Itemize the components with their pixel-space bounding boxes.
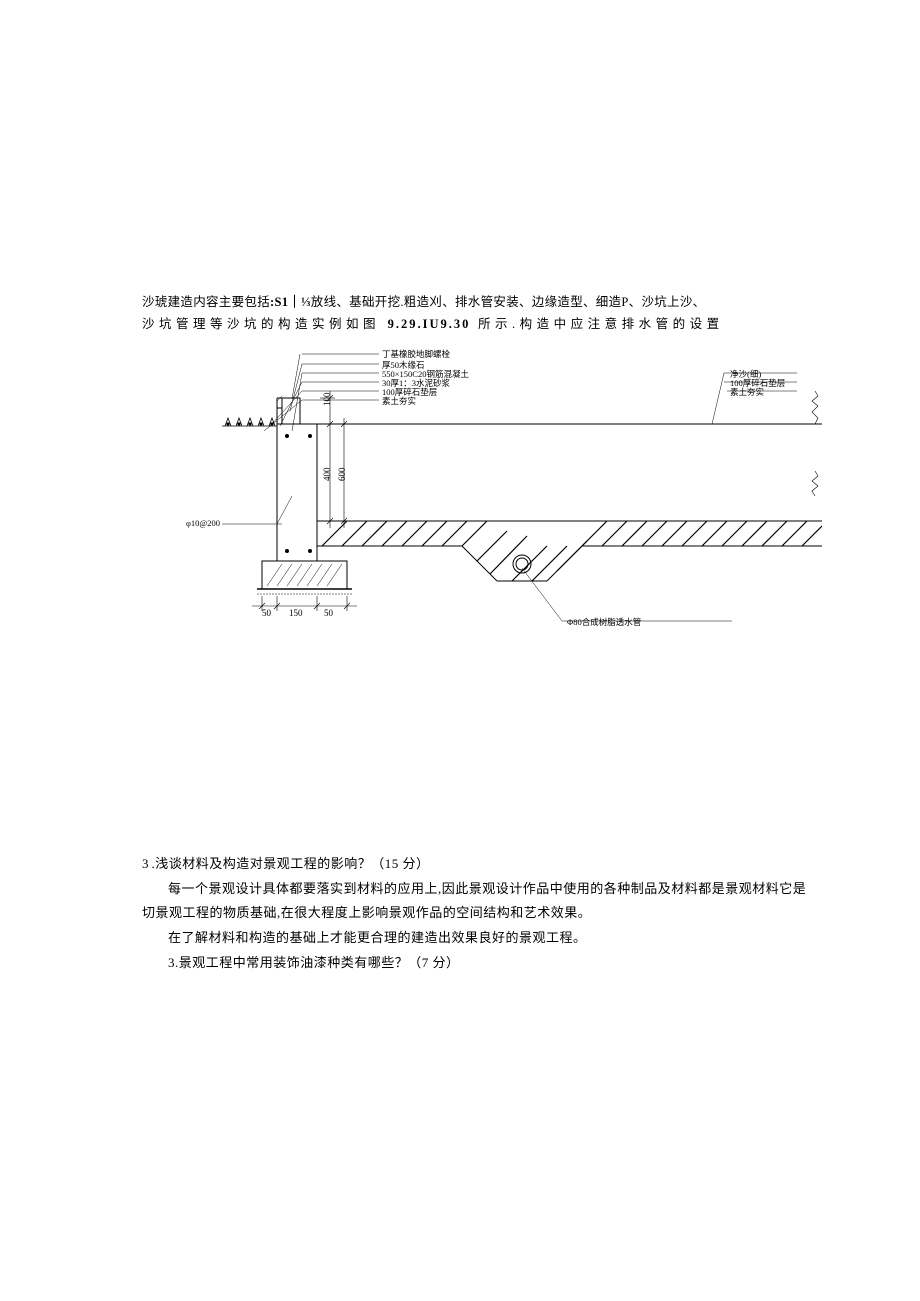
question-3: 3.浅谈材料及构造对景观工程的影响？（15 分） — [142, 852, 818, 877]
dim-50a: 50 — [262, 608, 271, 618]
dim-100: 100 — [322, 393, 332, 407]
label-pipe: Φ80合成树脂透水管 — [567, 616, 641, 628]
dim-600: 600 — [337, 468, 347, 482]
p2-text-c: 所示.构造中应注意排水管的设置 — [478, 317, 724, 331]
top-content: 沙琥建造内容主要包括:S1｜⅓放线、基础开挖.粗造刈、排水管安装、边缘造型、细造… — [142, 292, 818, 631]
label-rebar: φ10@200 — [186, 518, 220, 528]
lower-content: 3.浅谈材料及构造对景观工程的影响？（15 分） 每一个景观设计具体都要落实到材… — [142, 852, 818, 975]
paragraph-2: 沙坑管理等沙坑的构造实例如图 9.29.IU9.30 所示.构造中应注意排水管的… — [142, 314, 818, 334]
p1-text-c: 放线、基础开挖.粗造刈、排水管安装、边缘造型、细造P、沙坑上沙、 — [311, 295, 706, 309]
label-l5: 素土夯实 — [382, 395, 416, 407]
p2-bold: 9.29.IU9.30 — [388, 317, 471, 331]
p1-text-a: 沙琥建造内容主要包括 — [142, 295, 270, 309]
construction-diagram: 丁基橡胶地脚螺栓 厚50木缘石 550×150C20钢筋混凝土 30厚1：3水泥… — [222, 336, 822, 631]
paragraph-1: 沙琥建造内容主要包括:S1｜⅓放线、基础开挖.粗造刈、排水管安装、边缘造型、细造… — [142, 292, 818, 312]
p1-bold: :S1｜⅓ — [270, 295, 311, 309]
answer-p1: 每一个景观设计具体都要落实到材料的应用上,因此景观设计作品中使用的各种制品及材料… — [142, 877, 818, 926]
question-3b: 3.景观工程中常用装饰油漆种类有哪些？（7 分） — [142, 951, 818, 976]
answer-p2: 在了解材料和构造的基础上才能更合理的建造出效果良好的景观工程。 — [142, 926, 818, 951]
q3-num: 3 — [142, 856, 152, 871]
p2-text-a: 沙坑管理等沙坑的构造实例如图 — [142, 317, 380, 331]
dim-50b: 50 — [324, 608, 333, 618]
label-r3: 素土夯实 — [730, 386, 764, 398]
dim-400: 400 — [322, 468, 332, 482]
q3-text: .浅谈材料及构造对景观工程的影响？（15 分） — [152, 856, 430, 871]
dim-150: 150 — [289, 608, 303, 618]
